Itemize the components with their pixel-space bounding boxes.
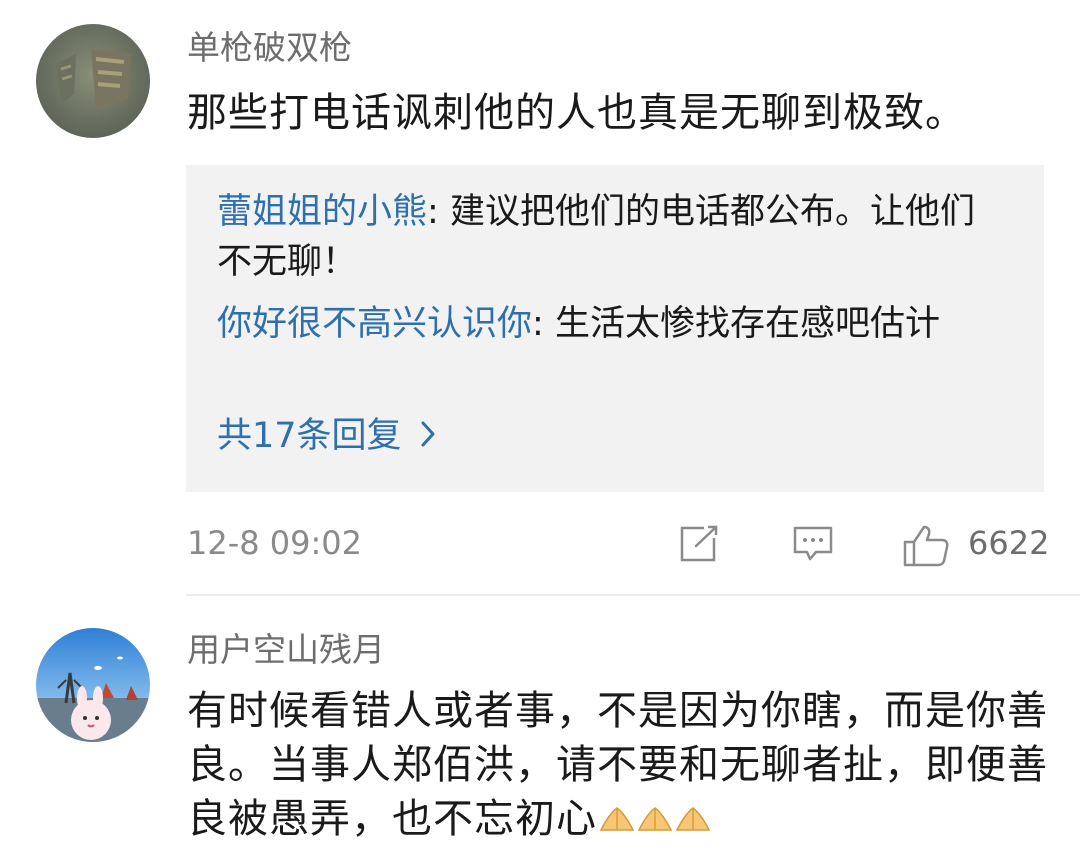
more-replies-label: 共17条回复 [217, 416, 402, 456]
comment-time: 12-8 09:02 [187, 524, 363, 562]
reply-username[interactable]: 你好很不高兴认识你 [217, 304, 532, 344]
repost-button[interactable] [678, 524, 720, 568]
username[interactable]: 单枪破双枪 [187, 28, 352, 68]
edit-share-icon [678, 525, 720, 568]
reply-preview-box[interactable]: 蕾姐姐的小熊: 建议把他们的电话都公布。让他们不无聊！ 你好很不高兴认识你: 生… [186, 165, 1044, 492]
reply-separator: : [532, 304, 555, 344]
chevron-right-icon [420, 412, 436, 462]
divider [186, 594, 1080, 596]
like-count: 6622 [968, 524, 1050, 562]
praying-hands-icon [675, 794, 711, 848]
praying-hands-icon [599, 794, 635, 848]
more-replies-link[interactable]: 共17条回复 [217, 411, 436, 462]
praying-hands-icon [637, 794, 673, 848]
comment-item: 用户空山残月 有时候看错人或者事，不是因为你瞎，而是你善良。当事人郑佰洪，请不要… [0, 600, 1080, 866]
comment-text: 有时候看错人或者事，不是因为你瞎，而是你善良。当事人郑佰洪，请不要和无聊者扯，即… [187, 684, 1057, 848]
reply-username[interactable]: 蕾姐姐的小熊 [217, 192, 427, 232]
comment-button[interactable] [792, 524, 834, 568]
thumbs-up-icon [902, 525, 950, 572]
username[interactable]: 用户空山残月 [187, 630, 385, 670]
reply-text: 生活太惨找存在感吧估计 [554, 304, 940, 344]
comment-bubble-icon [792, 526, 834, 568]
reply-item[interactable]: 你好很不高兴认识你: 生活太惨找存在感吧估计 [217, 299, 1007, 349]
user-avatar[interactable] [36, 628, 150, 742]
comment-text: 那些打电话讽刺他的人也真是无聊到极致。 [187, 90, 966, 136]
like-button[interactable] [902, 524, 950, 572]
comment-meta-bar: 12-8 09:02 6622 [0, 514, 1080, 574]
reply-item[interactable]: 蕾姐姐的小熊: 建议把他们的电话都公布。让他们不无聊！ [217, 187, 1007, 287]
comment-item: 单枪破双枪 那些打电话讽刺他的人也真是无聊到极致。 蕾姐姐的小熊: 建议把他们的… [0, 0, 1080, 600]
user-avatar[interactable] [36, 24, 150, 138]
reply-separator: : [427, 192, 450, 232]
